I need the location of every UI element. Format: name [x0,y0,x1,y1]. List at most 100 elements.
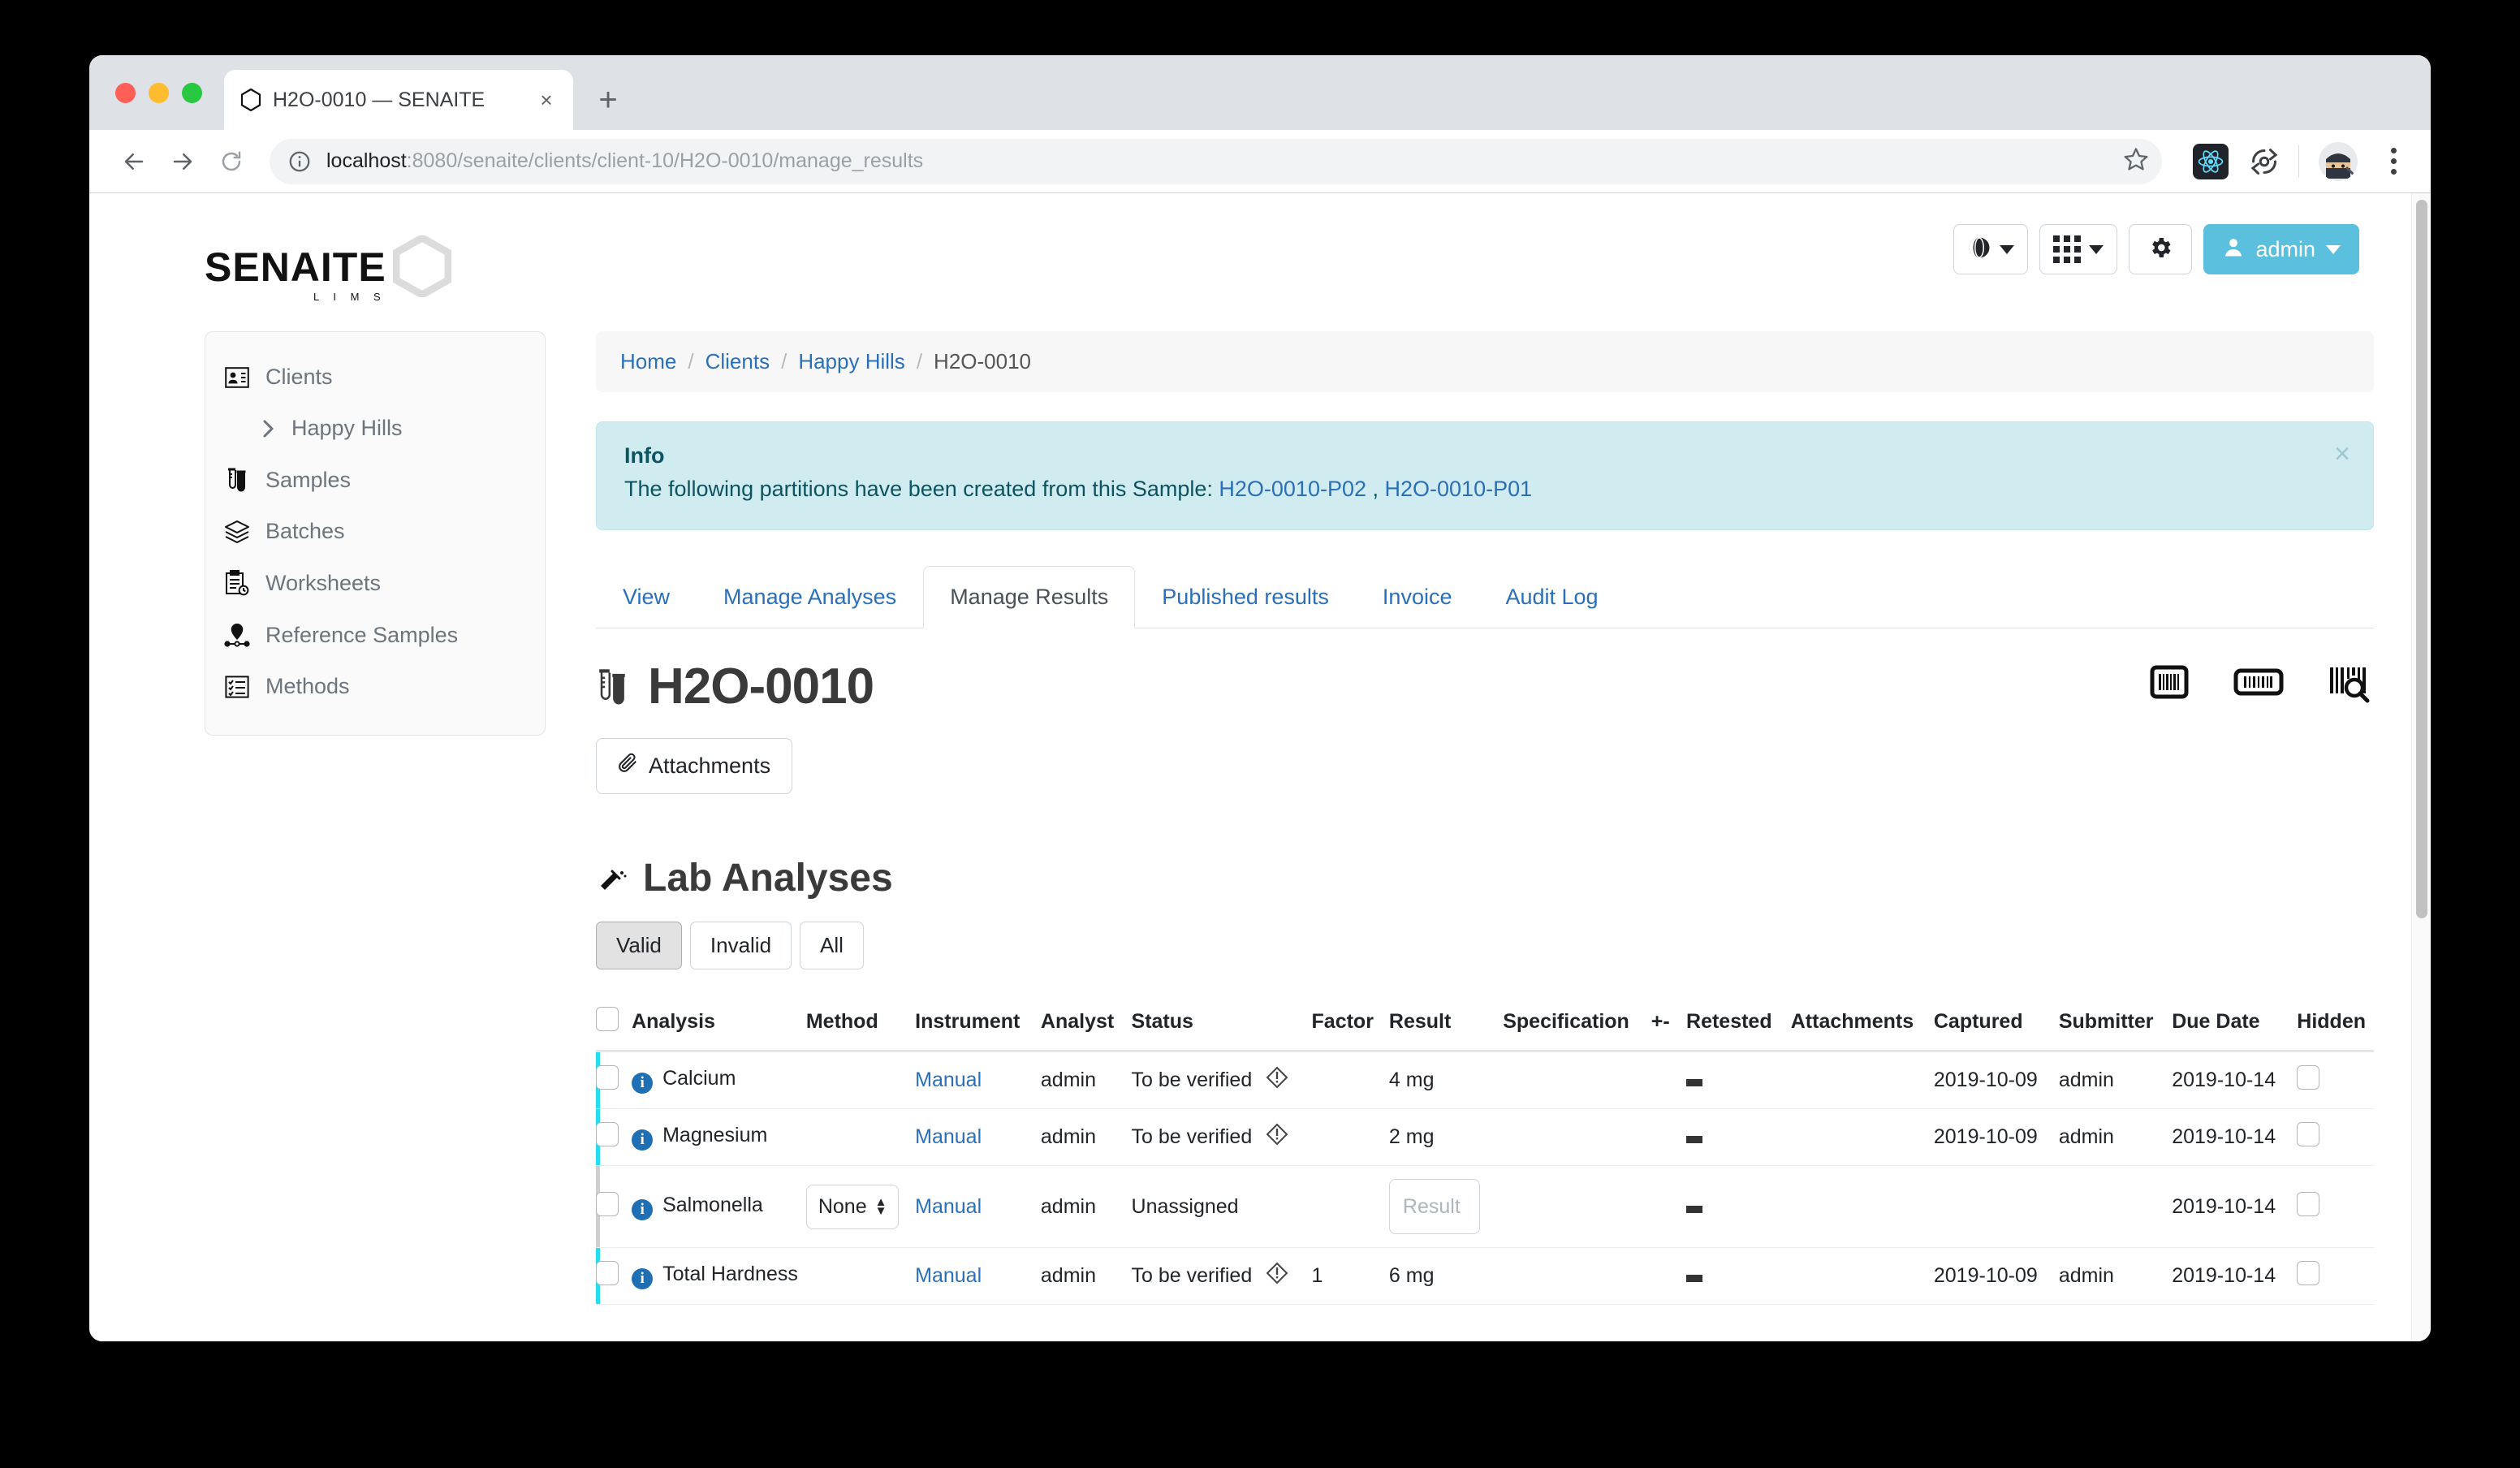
browser-toolbar: localhost:8080/senaite/clients/client-10… [89,130,2431,193]
cell-due-date: 2019-10-14 [2172,1165,2298,1248]
tab-published-results[interactable]: Published results [1135,566,1356,628]
id-card-icon [223,366,251,388]
sidebar-item-reference-samples[interactable]: Reference Samples [205,609,545,661]
arrow-left-icon[interactable] [112,140,156,184]
react-extension-icon[interactable] [2193,143,2229,179]
barcode-search-icon[interactable] [2327,661,2374,707]
barcode-box-icon[interactable] [2148,661,2190,707]
page-scrollbar[interactable] [2411,193,2431,1341]
column-captured[interactable]: Captured [1933,994,2059,1052]
hidden-checkbox[interactable] [2297,1122,2320,1146]
close-window-button[interactable] [115,83,136,103]
column-analysis[interactable]: Analysis [632,994,806,1052]
column-result[interactable]: Result [1388,994,1504,1052]
hidden-checkbox[interactable] [2297,1065,2320,1090]
sidebar-item-batches[interactable]: Batches [205,506,545,557]
minimize-window-button[interactable] [149,83,169,103]
settings-button[interactable] [2129,224,2193,274]
info-alert-text: The following partitions have been creat… [624,477,1219,501]
apps-menu-button[interactable] [2039,224,2118,274]
cell-instrument: Manual [915,1051,1041,1109]
row-checkbox[interactable] [596,1261,619,1285]
result-input[interactable]: Result [1388,1179,1480,1234]
hidden-checkbox[interactable] [2297,1261,2320,1285]
breadcrumb-item-home[interactable]: Home [620,349,676,374]
warning-diamond-icon[interactable] [1265,1122,1289,1152]
instrument-link[interactable]: Manual [915,1195,982,1218]
column-method[interactable]: Method [805,994,916,1052]
sidebar-item-methods[interactable]: Methods [205,661,545,712]
sidebar-item-happy-hills[interactable]: Happy Hills [205,403,545,454]
tab-view[interactable]: View [596,566,697,628]
kebab-menu-icon[interactable] [2375,148,2411,175]
cell-due-date: 2019-10-14 [2172,1108,2298,1166]
column-factor[interactable]: Factor [1311,994,1389,1052]
close-icon[interactable]: × [2334,440,2350,468]
barcode-wide-icon[interactable] [2233,663,2285,706]
tab-audit-log[interactable]: Audit Log [1478,566,1625,628]
column-instrument[interactable]: Instrument [915,994,1041,1052]
star-icon[interactable] [2123,146,2149,176]
tab-manage-analyses[interactable]: Manage Analyses [697,566,923,628]
address-bar[interactable]: localhost:8080/senaite/clients/client-10… [270,138,2162,184]
info-icon[interactable]: i [632,1129,654,1151]
tab-manage-results[interactable]: Manage Results [923,566,1136,628]
method-select[interactable]: None ▲ ▼ [805,1184,900,1229]
breadcrumb-item-clients[interactable]: Clients [706,349,770,374]
instrument-link[interactable]: Manual [915,1069,982,1091]
info-icon[interactable]: i [632,1198,654,1220]
sidebar-item-clients[interactable]: Clients [205,352,545,403]
status-text: To be verified [1131,1264,1253,1287]
partition-link-p01[interactable]: H2O-0010-P01 [1385,477,1533,501]
column-status[interactable]: Status [1131,994,1312,1052]
row-checkbox[interactable] [596,1122,619,1146]
cell-plus-minus [1651,1051,1687,1109]
filter-invalid-button[interactable]: Invalid [689,922,792,969]
column-plus-minus[interactable]: +- [1651,994,1687,1052]
partition-link-p02[interactable]: H2O-0010-P02 [1219,477,1366,501]
cell-retested [1686,1108,1791,1166]
column-specification[interactable]: Specification [1503,994,1651,1052]
arrow-right-icon[interactable] [161,140,205,184]
auto-refresh-icon[interactable] [2250,147,2279,176]
tab-invoice[interactable]: Invoice [1356,566,1479,628]
instrument-link[interactable]: Manual [915,1264,982,1287]
ninja-avatar-icon[interactable] [2319,141,2358,181]
analysis-name: Magnesium [662,1124,768,1146]
select-all-header [596,994,632,1052]
column-hidden[interactable]: Hidden [2297,994,2374,1052]
user-menu-button[interactable]: admin [2203,224,2359,274]
browser-tab[interactable]: H2O-0010 — SENAITE × [224,70,573,130]
column-submitter[interactable]: Submitter [2058,994,2173,1052]
language-selector-button[interactable] [1953,224,2029,274]
column-retested[interactable]: Retested [1686,994,1791,1052]
info-icon[interactable]: i [632,1073,654,1094]
column-due-date[interactable]: Due Date [2172,994,2298,1052]
sidebar-item-label: Clients [265,365,333,389]
breadcrumb-item-happy-hills[interactable]: Happy Hills [798,349,905,374]
hidden-checkbox[interactable] [2297,1191,2320,1216]
instrument-link[interactable]: Manual [915,1125,982,1148]
column-analyst[interactable]: Analyst [1040,994,1132,1052]
cell-hidden [2297,1247,2374,1305]
warning-diamond-icon[interactable] [1265,1261,1289,1291]
row-checkbox[interactable] [596,1191,619,1216]
close-icon[interactable]: × [534,88,559,112]
scrollbar-thumb[interactable] [2416,200,2427,918]
info-icon[interactable]: i [632,1268,654,1289]
browser-tab-strip: H2O-0010 — SENAITE × + [89,55,2431,130]
senaite-logo[interactable]: SENAITE L I M S [205,233,452,303]
new-tab-button[interactable]: + [585,76,632,123]
maximize-window-button[interactable] [182,83,202,103]
filter-all-button[interactable]: All [800,922,864,969]
select-all-checkbox[interactable] [596,1007,619,1031]
sidebar-item-samples[interactable]: Samples [205,454,545,506]
attachments-button[interactable]: Attachments [596,738,793,794]
filter-valid-button[interactable]: Valid [596,922,682,969]
sidebar-item-worksheets[interactable]: Worksheets [205,557,545,609]
column-attachments[interactable]: Attachments [1790,994,1934,1052]
row-checkbox[interactable] [596,1065,619,1090]
reload-icon[interactable] [209,140,253,184]
info-circle-icon[interactable] [287,149,312,174]
warning-diamond-icon[interactable] [1265,1065,1289,1095]
